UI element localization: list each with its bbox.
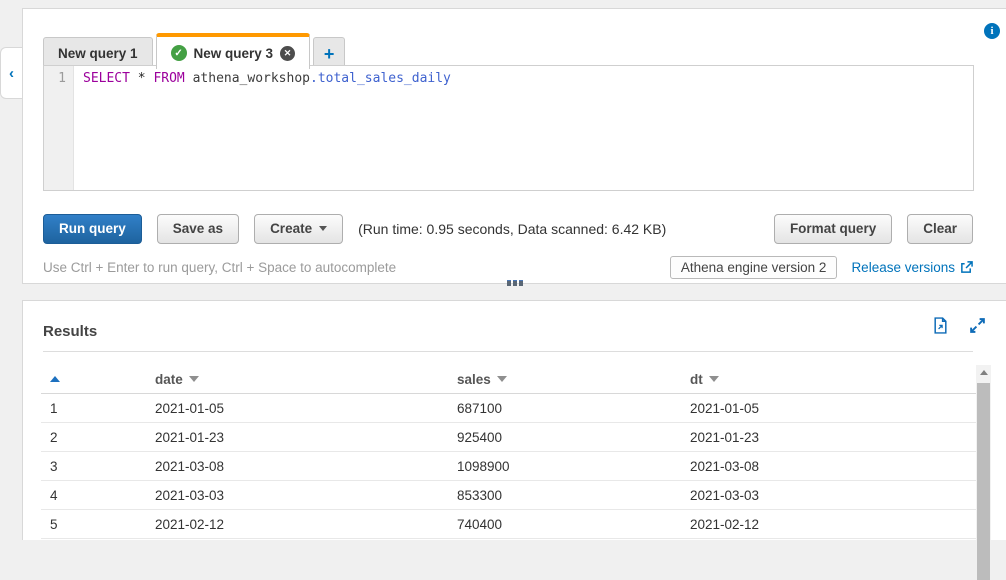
- tab-label: New query 3: [193, 45, 274, 61]
- cell-sales: 925400: [457, 429, 503, 445]
- editor-toolbar: Run query Save as Create (Run time: 0.95…: [43, 213, 973, 244]
- row-index: 2: [50, 429, 58, 445]
- sort-caret-icon: [496, 376, 507, 382]
- save-as-button[interactable]: Save as: [156, 213, 240, 244]
- sql-keyword: SELECT: [83, 71, 130, 86]
- scroll-up-icon: [979, 370, 988, 375]
- row-index: 3: [50, 458, 58, 474]
- download-results-icon[interactable]: [932, 317, 949, 334]
- sql-editor[interactable]: 1 SELECT * FROM athena_workshop.total_sa…: [43, 65, 974, 191]
- toolbar-right-group: Format query Clear: [773, 213, 973, 244]
- cell-dt: 2021-01-05: [690, 400, 760, 416]
- results-panel: Results date sales dt 1 2021-01-05 68710…: [22, 300, 1006, 580]
- clear-button[interactable]: Clear: [907, 213, 973, 244]
- scrollbar-up-button[interactable]: [976, 365, 991, 380]
- sql-star: *: [137, 71, 146, 86]
- run-query-button[interactable]: Run query: [43, 213, 142, 244]
- cell-dt: 2021-02-12: [690, 516, 760, 532]
- query-tab-bar: New query 1 ✓ New query 3 ✕ +: [43, 33, 348, 69]
- create-dropdown-button[interactable]: Create: [254, 213, 344, 244]
- sort-caret-icon: [188, 376, 199, 382]
- sql-schema-name: athena_workshop: [192, 71, 310, 86]
- external-link-icon: [961, 260, 973, 273]
- expand-results-icon[interactable]: [969, 317, 986, 334]
- column-header-dt[interactable]: dt: [681, 372, 976, 387]
- info-icon[interactable]: i: [984, 23, 1000, 39]
- release-versions-label: Release versions: [851, 259, 955, 275]
- results-table: date sales dt 1 2021-01-05 687100 2021-0…: [41, 365, 976, 539]
- sort-caret-icon: [708, 376, 719, 382]
- line-number: 1: [58, 71, 66, 86]
- cell-date: 2021-03-03: [155, 487, 225, 503]
- table-row: 4 2021-03-03 853300 2021-03-03: [41, 481, 976, 510]
- results-scrollbar[interactable]: [976, 365, 991, 580]
- results-title: Results: [43, 323, 98, 340]
- collapse-left-panel-button[interactable]: ‹: [0, 47, 22, 99]
- table-row: 2 2021-01-23 925400 2021-01-23: [41, 423, 976, 452]
- success-check-icon: ✓: [170, 45, 187, 61]
- results-actions: [932, 317, 986, 334]
- tab-new-query-3[interactable]: ✓ New query 3 ✕: [155, 33, 311, 69]
- line-number-gutter: 1: [44, 66, 74, 190]
- cell-date: 2021-03-08: [155, 458, 225, 474]
- chevron-left-icon: ‹: [9, 64, 14, 82]
- query-editor-panel: i New query 1 ✓ New query 3 ✕ + 1 SELECT…: [22, 8, 1006, 286]
- cell-date: 2021-01-23: [155, 429, 225, 445]
- panel-resize-handle[interactable]: [505, 278, 525, 288]
- caret-down-icon: [319, 226, 328, 231]
- cell-sales: 1098900: [457, 458, 510, 474]
- column-header-index[interactable]: [41, 376, 146, 382]
- cell-dt: 2021-01-23: [690, 429, 760, 445]
- close-tab-icon[interactable]: ✕: [280, 45, 296, 61]
- editor-status-row: Use Ctrl + Enter to run query, Ctrl + Sp…: [43, 254, 973, 280]
- run-stats-text: (Run time: 0.95 seconds, Data scanned: 6…: [358, 220, 667, 237]
- cell-sales: 740400: [457, 516, 503, 532]
- cell-date: 2021-02-12: [155, 516, 225, 532]
- engine-version-badge[interactable]: Athena engine version 2: [669, 255, 838, 279]
- tab-label: New query 1: [58, 46, 138, 61]
- column-header-date[interactable]: date: [146, 372, 448, 387]
- cell-dt: 2021-03-03: [690, 487, 760, 503]
- plus-icon: +: [323, 43, 335, 64]
- table-row: 5 2021-02-12 740400 2021-02-12: [41, 510, 976, 539]
- shortcut-hint-text: Use Ctrl + Enter to run query, Ctrl + Sp…: [43, 259, 397, 275]
- results-table-header: date sales dt: [41, 365, 976, 394]
- create-label: Create: [270, 221, 313, 236]
- cell-sales: 853300: [457, 487, 503, 503]
- sort-asc-icon: [50, 376, 60, 382]
- status-right-group: Athena engine version 2 Release versions: [669, 255, 973, 279]
- format-query-button[interactable]: Format query: [773, 213, 893, 244]
- row-index: 5: [50, 516, 58, 532]
- cell-sales: 687100: [457, 400, 503, 416]
- scrollbar-thumb[interactable]: [977, 383, 990, 580]
- row-index: 1: [50, 400, 58, 416]
- table-row: 3 2021-03-08 1098900 2021-03-08: [41, 452, 976, 481]
- row-index: 4: [50, 487, 58, 503]
- column-header-sales[interactable]: sales: [448, 372, 681, 387]
- cell-dt: 2021-03-08: [690, 458, 760, 474]
- release-versions-link[interactable]: Release versions: [851, 260, 973, 275]
- cell-date: 2021-01-05: [155, 400, 225, 416]
- sql-table-name: .total_sales_daily: [310, 71, 451, 86]
- sql-code-line: SELECT * FROM athena_workshop.total_sale…: [74, 66, 451, 190]
- results-divider: [43, 351, 973, 352]
- sql-keyword: FROM: [153, 71, 185, 86]
- table-row: 1 2021-01-05 687100 2021-01-05: [41, 394, 976, 423]
